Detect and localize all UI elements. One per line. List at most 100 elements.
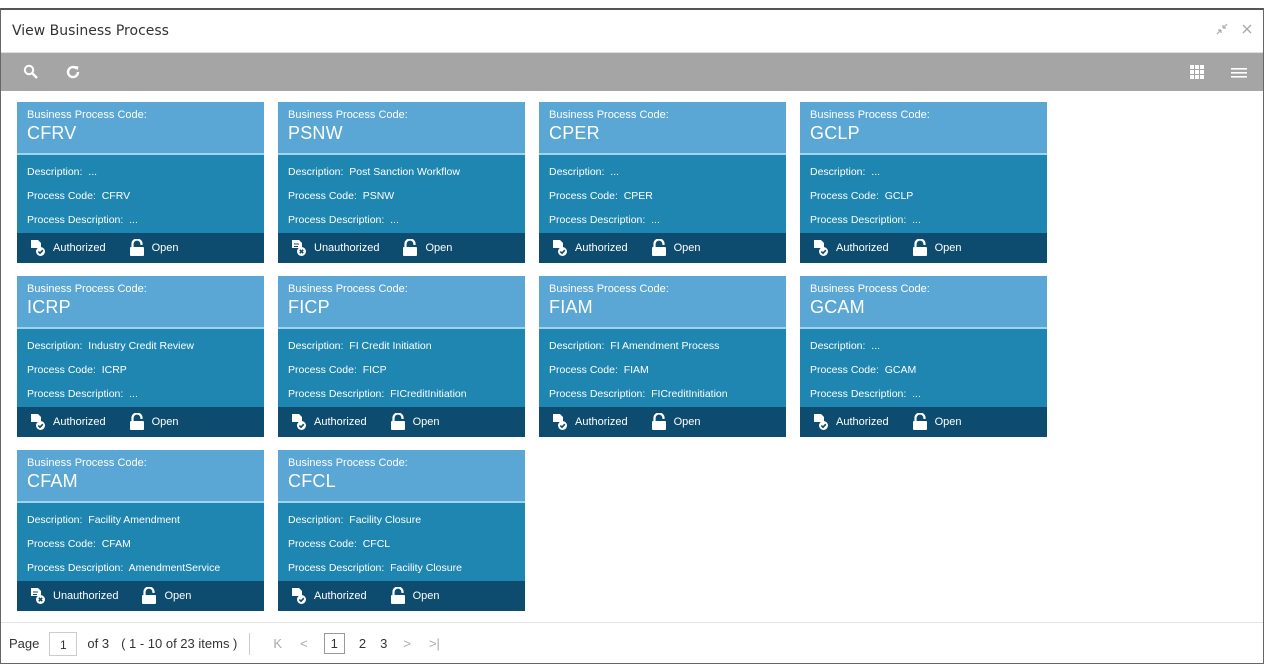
description-row: Description: ... [810, 160, 1037, 184]
description-row: Description: Post Sanction Workflow [288, 160, 515, 184]
next-page-button[interactable]: > [403, 636, 411, 651]
search-icon[interactable] [21, 62, 41, 82]
process-description-value: ... [390, 214, 399, 226]
card-footer: Authorized Open [539, 233, 786, 263]
authorization-status: Authorized [812, 413, 889, 431]
page-button-2[interactable]: 2 [359, 636, 366, 651]
bp-code-label: Business Process Code: [288, 283, 408, 295]
description-row: Description: ... [549, 160, 776, 184]
lock-status: Open [389, 413, 440, 431]
lock-status-text: Open [673, 242, 701, 254]
lock-status-text: Open [164, 590, 192, 602]
process-description-value: ... [129, 214, 138, 226]
unlock-icon [650, 413, 668, 431]
process-description-row: Process Description: ... [549, 208, 776, 232]
page-button-1[interactable]: 1 [323, 633, 345, 654]
window-actions [1215, 22, 1253, 40]
business-process-card[interactable]: Business Process Code: PSNW Description:… [278, 102, 525, 263]
bp-code-label: Business Process Code: [810, 283, 930, 295]
card-footer: Unauthorized Open [17, 581, 264, 611]
business-process-card[interactable]: Business Process Code: ICRP Description:… [17, 276, 264, 437]
process-code-value: PSNW [362, 190, 395, 202]
process-code-row: Process Code: CPER [549, 184, 776, 208]
process-code-value: CFCL [362, 538, 391, 550]
first-page-button[interactable]: K [273, 636, 282, 651]
lock-status: Open [389, 587, 440, 605]
process-code-label: Process Code: [549, 190, 618, 202]
business-process-card[interactable]: Business Process Code: CFRV Description:… [17, 102, 264, 263]
process-description-value: FICreditInitiation [390, 388, 467, 400]
process-code-label: Process Code: [810, 364, 879, 376]
process-code-value: CFRV [101, 190, 131, 202]
page-button-3[interactable]: 3 [380, 636, 387, 651]
authorization-status: Unauthorized [29, 587, 118, 605]
card-header: Business Process Code: FICP [278, 276, 525, 329]
card-footer: Authorized Open [278, 581, 525, 611]
description-label: Description: [288, 340, 344, 352]
business-process-card[interactable]: Business Process Code: CPER Description:… [539, 102, 786, 263]
page-count-text: of 3 [87, 636, 110, 651]
business-process-card[interactable]: Business Process Code: CFAM Description:… [17, 450, 264, 611]
bp-code-label: Business Process Code: [288, 457, 408, 469]
minimize-icon[interactable] [1215, 22, 1229, 40]
window-title: View Business Process [12, 23, 169, 39]
description-value: ... [88, 166, 98, 178]
process-description-label: Process Description: [549, 388, 646, 400]
refresh-icon[interactable] [63, 62, 83, 82]
previous-page-button[interactable]: < [300, 636, 308, 651]
card-footer: Authorized Open [17, 233, 264, 263]
process-description-row: Process Description: ... [27, 382, 254, 406]
business-process-card[interactable]: Business Process Code: CFCL Description:… [278, 450, 525, 611]
description-label: Description: [27, 340, 83, 352]
grid-view-icon[interactable] [1187, 62, 1207, 82]
authorization-status-text: Authorized [314, 416, 367, 428]
description-label: Description: [288, 166, 344, 178]
card-header: Business Process Code: CPER [539, 102, 786, 155]
lock-status-text: Open [425, 242, 453, 254]
business-process-card[interactable]: Business Process Code: FIAM Description:… [539, 276, 786, 437]
description-label: Description: [549, 166, 605, 178]
lock-status: Open [128, 239, 179, 257]
card-header: Business Process Code: GCAM [800, 276, 1047, 329]
unlock-icon [911, 239, 929, 257]
authorization-status-text: Authorized [53, 416, 106, 428]
business-process-card[interactable]: Business Process Code: GCLP Description:… [800, 102, 1047, 263]
bp-code-value: CPER [549, 123, 600, 143]
business-process-card[interactable]: Business Process Code: GCAM Description:… [800, 276, 1047, 437]
process-description-label: Process Description: [27, 214, 124, 226]
process-code-row: Process Code: FIAM [549, 358, 776, 382]
unlock-icon [128, 239, 146, 257]
card-body: Description: ... Process Code: CFRV Proc… [17, 155, 264, 233]
process-code-value: CPER [623, 190, 653, 202]
description-label: Description: [27, 166, 83, 178]
unauthorized-icon [29, 587, 47, 605]
process-code-label: Process Code: [810, 190, 879, 202]
close-icon[interactable] [1241, 23, 1253, 39]
process-description-label: Process Description: [810, 388, 907, 400]
authorization-status: Authorized [812, 239, 889, 257]
process-code-label: Process Code: [288, 538, 357, 550]
process-description-value: Facility Closure [390, 562, 462, 574]
lock-status: Open [401, 239, 452, 257]
toolbar [1, 53, 1263, 91]
business-process-card[interactable]: Business Process Code: FICP Description:… [278, 276, 525, 437]
bp-code-value: GCAM [810, 297, 865, 317]
card-footer: Authorized Open [800, 233, 1047, 263]
bp-code-value: CFCL [288, 471, 336, 491]
last-page-button[interactable]: >| [429, 636, 440, 651]
lock-status-text: Open [934, 416, 962, 428]
authorization-status-text: Authorized [53, 242, 106, 254]
list-view-icon[interactable] [1229, 62, 1249, 82]
process-code-label: Process Code: [288, 190, 357, 202]
lock-status-text: Open [151, 242, 179, 254]
bp-code-label: Business Process Code: [549, 109, 669, 121]
description-row: Description: ... [810, 334, 1037, 358]
description-value: Industry Credit Review [88, 340, 194, 352]
authorized-icon [29, 239, 47, 257]
card-body: Description: Facility Amendment Process … [17, 503, 264, 581]
process-description-row: Process Description: ... [810, 382, 1037, 406]
unlock-icon [911, 413, 929, 431]
page-number-input[interactable]: 1 [49, 631, 78, 656]
unlock-icon [140, 587, 158, 605]
process-code-row: Process Code: GCLP [810, 184, 1037, 208]
